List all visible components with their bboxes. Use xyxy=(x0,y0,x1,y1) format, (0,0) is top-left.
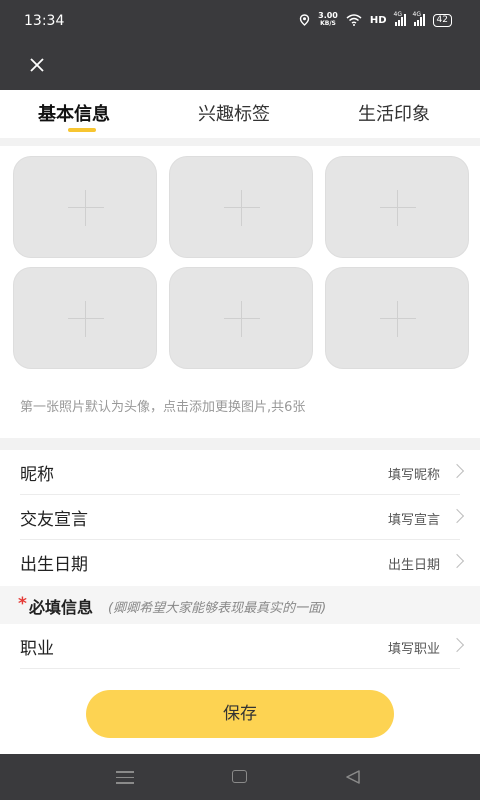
app-header xyxy=(0,44,480,90)
photo-slot-2[interactable] xyxy=(169,156,313,258)
required-info-note: (卿卿希望大家能够表现最真实的一面) xyxy=(108,601,327,616)
declaration-label: 交友宣言 xyxy=(20,510,88,530)
network-speed-value: 3.00 xyxy=(318,11,338,20)
tab-basic-info[interactable]: 基本信息 xyxy=(38,100,110,126)
photo-slot-6[interactable] xyxy=(325,267,469,369)
close-button[interactable] xyxy=(24,52,50,78)
occupation-label: 职业 xyxy=(20,639,54,659)
network-speed-unit: KB/S xyxy=(320,20,336,27)
network-speed: 3.00 KB/S xyxy=(318,12,338,28)
nickname-field[interactable]: 填写昵称 xyxy=(388,464,440,483)
plus-icon xyxy=(224,190,260,226)
occupation-field[interactable]: 填写职业 xyxy=(388,638,440,657)
signal-2-label: 4G xyxy=(412,11,422,18)
birthday-row[interactable]: 出生日期 出生日期 xyxy=(0,540,480,585)
save-button[interactable]: 保存 xyxy=(86,690,394,738)
back-icon[interactable] xyxy=(344,768,362,786)
birthday-label: 出生日期 xyxy=(20,555,88,575)
required-star: * xyxy=(18,594,27,614)
photo-hint: 第一张照片默认为头像，点击添加更换图片,共6张 xyxy=(20,400,306,415)
photo-slot-3[interactable] xyxy=(325,156,469,258)
location-icon xyxy=(299,14,310,26)
status-icons: 3.00 KB/S HD 4G 4G 42 xyxy=(299,11,452,28)
home-icon[interactable] xyxy=(232,770,247,783)
system-nav-bar xyxy=(0,754,480,800)
occupation-row[interactable]: 职业 填写职业 xyxy=(0,624,480,669)
plus-icon xyxy=(68,301,104,337)
photo-slot-5[interactable] xyxy=(169,267,313,369)
plus-icon xyxy=(224,301,260,337)
signal-1-label: 4G xyxy=(393,11,403,18)
close-icon xyxy=(30,58,44,72)
required-info-header: * 必填信息 (卿卿希望大家能够表现最真实的一面) xyxy=(0,586,480,624)
menu-icon[interactable] xyxy=(116,771,134,784)
chevron-right-icon xyxy=(449,508,465,524)
nickname-row[interactable]: 昵称 填写昵称 xyxy=(0,450,480,495)
declaration-row[interactable]: 交友宣言 填写宣言 xyxy=(0,495,480,540)
status-time: 13:34 xyxy=(24,13,65,29)
tab-active-indicator xyxy=(68,128,96,132)
chevron-right-icon xyxy=(449,637,465,653)
chevron-right-icon xyxy=(449,463,465,479)
section-divider xyxy=(0,138,480,146)
nickname-label: 昵称 xyxy=(20,465,54,485)
plus-icon xyxy=(380,190,416,226)
declaration-field[interactable]: 填写宣言 xyxy=(388,509,440,528)
hd-label: HD xyxy=(369,14,387,26)
signal-2-icon: 4G xyxy=(412,11,425,26)
wifi-icon xyxy=(346,14,362,26)
tab-interest-tags[interactable]: 兴趣标签 xyxy=(198,100,270,126)
row-divider xyxy=(20,668,460,669)
status-bar: 13:34 3.00 KB/S HD 4G 4G 42 xyxy=(0,0,480,44)
tab-life-impression[interactable]: 生活印象 xyxy=(358,100,430,126)
section-divider xyxy=(0,438,480,450)
birthday-field[interactable]: 出生日期 xyxy=(388,554,440,573)
plus-icon xyxy=(68,190,104,226)
plus-icon xyxy=(380,301,416,337)
chevron-right-icon xyxy=(449,553,465,569)
battery-icon: 42 xyxy=(432,13,452,27)
signal-1-icon: 4G xyxy=(393,11,406,26)
photo-slot-1[interactable] xyxy=(13,156,157,258)
required-info-title: 必填信息 xyxy=(29,598,94,617)
photo-slot-4[interactable] xyxy=(13,267,157,369)
battery-level: 42 xyxy=(436,14,448,25)
